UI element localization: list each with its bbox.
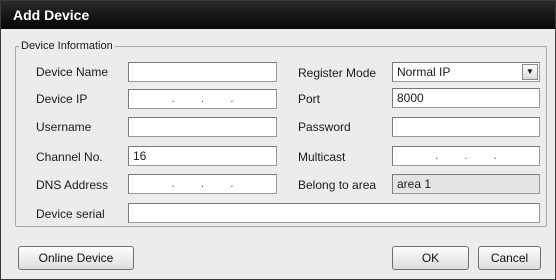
chevron-down-icon[interactable]: ▼ bbox=[522, 64, 538, 80]
multicast-field[interactable]: . . . bbox=[392, 146, 540, 166]
port-field[interactable]: 8000 bbox=[392, 88, 540, 108]
add-device-dialog: Add Device Device Information Device Nam… bbox=[0, 0, 556, 280]
ip-dot: . bbox=[171, 178, 175, 190]
port-label: Port bbox=[298, 92, 321, 106]
device-ip-label: Device IP bbox=[36, 92, 88, 106]
channel-no-label: Channel No. bbox=[36, 150, 103, 164]
belong-to-area-field: area 1 bbox=[392, 174, 540, 194]
ip-dot: . bbox=[200, 93, 205, 105]
username-field[interactable] bbox=[128, 117, 277, 137]
ok-button[interactable]: OK bbox=[392, 246, 469, 270]
ip-dot: . bbox=[230, 178, 234, 190]
device-serial-field[interactable] bbox=[128, 203, 540, 223]
dns-address-label: DNS Address bbox=[36, 178, 109, 192]
device-ip-field[interactable]: . . . bbox=[128, 89, 277, 109]
channel-no-field[interactable]: 16 bbox=[128, 146, 277, 166]
device-name-field[interactable] bbox=[128, 62, 277, 82]
group-legend: Device Information bbox=[19, 39, 115, 53]
ip-dot: . bbox=[464, 150, 468, 162]
register-mode-label: Register Mode bbox=[298, 66, 377, 80]
belong-to-area-label: Belong to area bbox=[298, 178, 377, 192]
cancel-button[interactable]: Cancel bbox=[478, 246, 541, 270]
password-label: Password bbox=[298, 120, 351, 134]
multicast-label: Multicast bbox=[298, 150, 346, 164]
dns-address-field[interactable]: . . . bbox=[128, 174, 277, 194]
register-mode-select[interactable]: Normal IP ▼ bbox=[392, 62, 540, 82]
ip-dot: . bbox=[200, 178, 205, 190]
username-label: Username bbox=[36, 120, 92, 134]
online-device-button[interactable]: Online Device bbox=[18, 246, 134, 270]
password-field[interactable] bbox=[392, 117, 540, 137]
ip-dot: . bbox=[435, 150, 439, 162]
device-serial-label: Device serial bbox=[36, 207, 105, 221]
device-name-label: Device Name bbox=[36, 65, 109, 79]
ip-dot: . bbox=[230, 93, 234, 105]
register-mode-value: Normal IP bbox=[397, 65, 451, 79]
dialog-title: Add Device bbox=[1, 1, 555, 29]
ip-dot: . bbox=[171, 93, 175, 105]
ip-dot: . bbox=[493, 150, 497, 162]
